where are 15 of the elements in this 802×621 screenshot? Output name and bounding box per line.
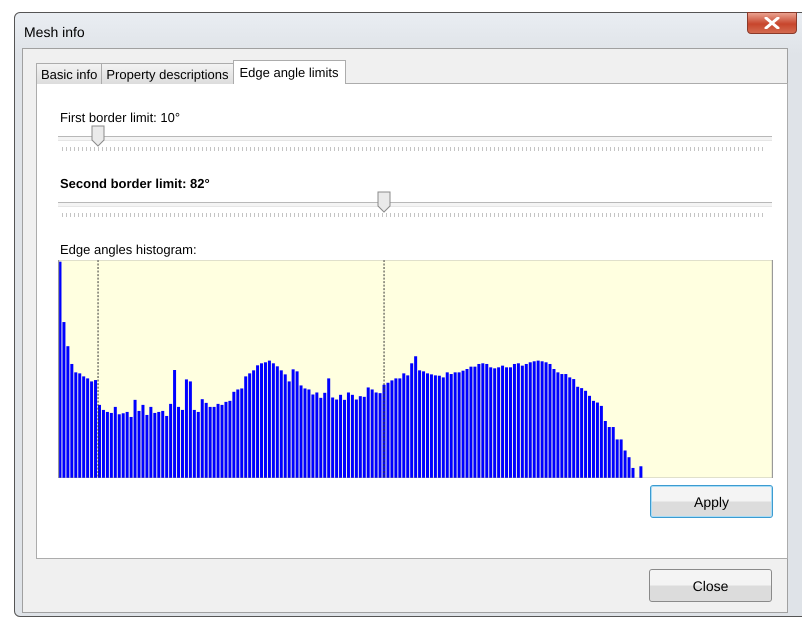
tab[interactable]: Edge angle limits xyxy=(232,60,346,84)
slider-label: Second border limit: 82° xyxy=(60,176,211,191)
slider-label: First border limit: 10° xyxy=(60,110,182,125)
close-dialog-button[interactable]: Close xyxy=(649,569,772,602)
histogram-label: Edge angles histogram: xyxy=(60,242,198,257)
close-icon xyxy=(764,17,780,29)
tab[interactable]: Basic info xyxy=(36,63,102,84)
slider[interactable] xyxy=(58,191,772,213)
slider-thumb[interactable] xyxy=(376,191,391,213)
close-button[interactable] xyxy=(747,12,797,34)
slider[interactable] xyxy=(58,125,772,147)
window-title: Mesh info xyxy=(23,22,85,40)
slider-thumb[interactable] xyxy=(90,125,105,147)
apply-button[interactable]: Apply xyxy=(650,485,773,518)
tab[interactable]: Property descriptions xyxy=(101,63,234,84)
